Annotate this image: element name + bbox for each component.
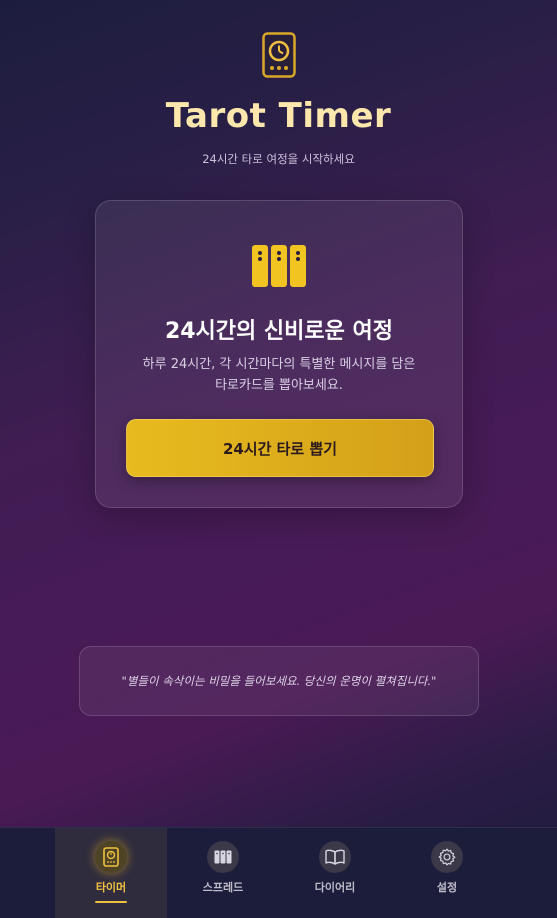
- tarot-timer-screen: Tarot Timer 24시간 타로 여정을 시작하세요 24시간의 신비로운…: [0, 0, 557, 918]
- card-description: 하루 24시간, 각 시간마다의 특별한 메시지를 담은 타로카드를 뽑아보세요…: [126, 354, 432, 396]
- app-subtitle: 24시간 타로 여정을 시작하세요: [202, 152, 355, 166]
- gear-icon: [438, 848, 456, 866]
- quote-text: "별들이 속삭이는 비밀을 들어보세요. 당신의 운명이 펼쳐집니다.": [121, 674, 437, 688]
- card-description-line-2: 타로카드를 뽑아보세요.: [215, 378, 343, 393]
- nav-icon-container: [207, 841, 239, 873]
- nav-icon-container: [319, 841, 351, 873]
- bottom-nav: 타이머 스프레드 다이어리 설정: [0, 827, 557, 918]
- nav-item-diary[interactable]: 다이어리: [279, 828, 391, 918]
- card-description-line-1: 하루 24시간, 각 시간마다의 특별한 메시지를 담은: [142, 357, 416, 372]
- tarot-cards-icon: [252, 245, 306, 287]
- draw-tarot-button[interactable]: 24시간 타로 뽑기: [126, 419, 434, 477]
- nav-icon-container: [431, 841, 463, 873]
- nav-item-timer[interactable]: 타이머: [55, 828, 167, 918]
- nav-icon-container: [95, 841, 127, 873]
- nav-label-diary: 다이어리: [314, 881, 356, 894]
- nav-label-settings: 설정: [436, 881, 458, 894]
- spread-cards-icon: [214, 850, 232, 864]
- timer-card-icon: [103, 847, 119, 867]
- nav-label-timer: 타이머: [95, 881, 127, 894]
- book-icon: [325, 849, 345, 865]
- tarot-clock-icon: [262, 32, 296, 78]
- card-title: 24시간의 신비로운 여정: [164, 319, 394, 344]
- app-title: Tarot Timer: [165, 96, 392, 136]
- nav-label-spread: 스프레드: [202, 881, 244, 894]
- nav-item-spread[interactable]: 스프레드: [167, 828, 279, 918]
- journey-card: 24시간의 신비로운 여정 하루 24시간, 각 시간마다의 특별한 메시지를 …: [95, 200, 463, 508]
- quote-box: "별들이 속삭이는 비밀을 들어보세요. 당신의 운명이 펼쳐집니다.": [79, 646, 479, 716]
- nav-item-settings[interactable]: 설정: [391, 828, 503, 918]
- active-indicator: [95, 901, 127, 903]
